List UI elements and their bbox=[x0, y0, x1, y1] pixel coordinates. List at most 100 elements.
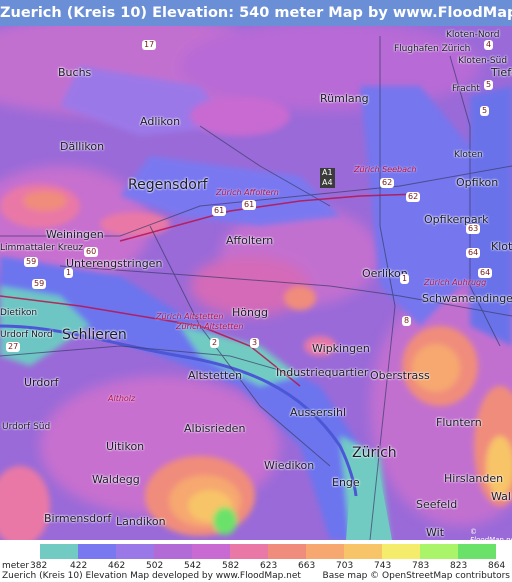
legend-swatch bbox=[154, 544, 192, 559]
place-label-aussersihl: Aussersihl bbox=[290, 406, 347, 419]
place-label-rumlang: Rümlang bbox=[320, 92, 369, 105]
legend-swatch bbox=[458, 544, 496, 559]
place-label-industriequartier: Industriequartier bbox=[276, 366, 369, 379]
place-label-fluntern: Fluntern bbox=[436, 416, 482, 429]
legend-value: 542 bbox=[184, 561, 202, 571]
route-shield: 62 bbox=[406, 192, 421, 202]
place-label-kloten-sud: Kloten-Süd bbox=[458, 56, 508, 66]
title-bar: Zuerich (Kreis 10) Elevation: 540 meter … bbox=[0, 0, 512, 26]
route-shield: 5 bbox=[484, 80, 494, 90]
place-label-albisrieden: Albisrieden bbox=[184, 422, 246, 435]
legend-value: 703 bbox=[336, 561, 354, 571]
place-label-hongg: Höngg bbox=[232, 306, 268, 319]
place-label-dallikon: Dällikon bbox=[60, 140, 105, 153]
motorway-shield: A1 bbox=[320, 168, 335, 178]
legend-value: 623 bbox=[260, 561, 278, 571]
route-shield: 61 bbox=[242, 200, 257, 210]
road-label-zurich-altstetten-1: Zürich Altstetten bbox=[156, 312, 224, 321]
place-label-urdorf-nord: Urdorf Nord bbox=[0, 330, 53, 340]
route-shield: 61 bbox=[212, 206, 227, 216]
elevation-legend: meter 382 422 462 502 542 582 623 663 703 743 783 8… bbox=[0, 540, 512, 582]
place-label-adlikon: Adlikon bbox=[140, 115, 181, 128]
place-label-kloten: Kloten bbox=[454, 150, 483, 160]
road-label-zurich-seebach: Zürich Seebach bbox=[354, 165, 417, 174]
route-shield: 64 bbox=[478, 268, 493, 278]
elevation-map-page: Zuerich (Kreis 10) Elevation: 540 meter … bbox=[0, 0, 512, 582]
route-shield: 64 bbox=[466, 248, 481, 258]
place-label-hirslanden: Hirslanden bbox=[444, 472, 504, 485]
place-label-weiningen: Weiningen bbox=[46, 228, 104, 241]
legend-value: 582 bbox=[222, 561, 240, 571]
place-label-schwamendingen: Schwamendingen bbox=[422, 292, 512, 305]
road-label-zurich-auhrugg: Zürich Auhrugg bbox=[424, 278, 487, 287]
route-shield: 59 bbox=[32, 279, 47, 289]
legend-unit: meter bbox=[2, 561, 30, 571]
legend-value: 422 bbox=[70, 561, 88, 571]
place-label-seefeld: Seefeld bbox=[416, 498, 458, 511]
legend-value: 502 bbox=[146, 561, 164, 571]
route-shield: 17 bbox=[142, 40, 157, 50]
legend-value: 663 bbox=[298, 561, 316, 571]
place-label-tiefenbrunnen: Wit bbox=[426, 526, 445, 539]
place-label-buchs: Buchs bbox=[58, 66, 92, 79]
elevation-map[interactable]: Regensdorf Schlieren Zürich Opfikon Affo… bbox=[0, 26, 512, 540]
road-label-zurich-altstetten-2: Zürich Altstetten bbox=[176, 322, 244, 331]
place-label-wipkingen: Wipkingen bbox=[312, 342, 370, 355]
legend-value: 462 bbox=[108, 561, 126, 571]
legend-value: 382 bbox=[30, 561, 48, 571]
place-label-zurich: Zürich bbox=[352, 445, 397, 461]
place-label-klot: Tiefenbrunnen bbox=[491, 66, 512, 79]
place-label-unterengstringen: Unterengstringen bbox=[66, 257, 163, 270]
place-label-wit: Wal bbox=[491, 490, 511, 503]
legend-value: 823 bbox=[450, 561, 468, 571]
legend-swatch bbox=[40, 544, 78, 559]
place-label-urdorf-sud: Urdorf Süd bbox=[2, 422, 51, 432]
motorway-shield: A4 bbox=[320, 178, 335, 188]
place-label-opfikon: Opfikon bbox=[456, 176, 499, 189]
place-label-birmensdorf: Birmensdorf bbox=[44, 512, 112, 525]
place-label-limmattaler-kreuz: Limmattaler Kreuz bbox=[0, 243, 84, 253]
route-shield: 8 bbox=[402, 316, 412, 326]
place-label-uitikon: Uitikon bbox=[106, 440, 145, 453]
place-label-altstetten: Altstetten bbox=[188, 369, 243, 382]
route-shield: 1 bbox=[400, 274, 410, 284]
footer-credit: Zuerich (Kreis 10) Elevation Map develop… bbox=[2, 571, 301, 581]
route-shield: 1 bbox=[64, 268, 74, 278]
route-shield: 59 bbox=[24, 257, 39, 267]
legend-value: 743 bbox=[374, 561, 392, 571]
place-label-kloten-nord: Kloten-Nord bbox=[446, 30, 500, 40]
route-shield: 62 bbox=[380, 178, 395, 188]
legend-swatch bbox=[306, 544, 344, 559]
road-label-altholz: Altholz bbox=[108, 394, 136, 403]
legend-value: 783 bbox=[412, 561, 430, 571]
legend-swatch bbox=[230, 544, 268, 559]
place-label-flughafen: Flughafen Zürich bbox=[394, 44, 471, 54]
route-shield: 63 bbox=[466, 224, 481, 234]
legend-swatch bbox=[78, 544, 116, 559]
route-shield: 2 bbox=[210, 338, 220, 348]
legend-swatch bbox=[382, 544, 420, 559]
legend-swatch bbox=[192, 544, 230, 559]
place-label-waldegg: Waldegg bbox=[92, 473, 140, 486]
route-shield: 5 bbox=[480, 106, 490, 116]
legend-swatch bbox=[344, 544, 382, 559]
place-label-urdorf: Urdorf bbox=[24, 376, 59, 389]
place-label-wal: Klot bbox=[491, 240, 512, 253]
route-shield: 4 bbox=[484, 40, 494, 50]
footer-attribution: Base map © OpenStreetMap contributors bbox=[322, 571, 510, 581]
place-label-enge: Enge bbox=[332, 476, 360, 489]
place-label-schlieren: Schlieren bbox=[62, 327, 127, 343]
legend-swatch bbox=[268, 544, 306, 559]
route-shield: 27 bbox=[6, 342, 21, 352]
place-label-affoltern: Affoltern bbox=[226, 234, 274, 247]
road-label-zurich-affoltern: Zürich Affoltern bbox=[216, 188, 279, 197]
legend-value: 864 bbox=[488, 561, 506, 571]
place-label-regensdorf: Regensdorf bbox=[128, 177, 208, 193]
route-shield: 60 bbox=[84, 247, 99, 257]
place-label-wiedikon: Wiedikon bbox=[264, 459, 315, 472]
legend-swatch bbox=[116, 544, 154, 559]
place-label-oberstrass: Oberstrass bbox=[370, 369, 430, 382]
place-label-fracht: Fracht bbox=[452, 84, 480, 94]
route-shield: 3 bbox=[250, 338, 260, 348]
place-label-dietikon: Dietikon bbox=[0, 308, 38, 318]
